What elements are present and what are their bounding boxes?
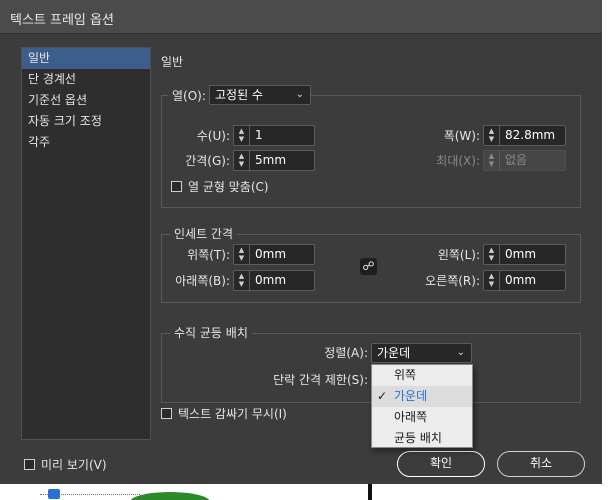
dialog-title: 텍스트 프레임 옵션 [10, 13, 114, 28]
dropdown-option-center[interactable]: ✓ 가운데 [372, 386, 472, 407]
columns-type-value: 고정된 수 [215, 88, 263, 102]
spinner-arrows-icon[interactable]: ▲ ▼ [234, 245, 250, 264]
align-dropdown-list: 위쪽 ✓ 가운데 아래쪽 균등 배치 [371, 364, 473, 448]
inset-left-stepper[interactable]: ▲ ▼ 0mm [483, 244, 566, 265]
checkbox-box[interactable] [24, 459, 35, 470]
ignore-text-wrap-label: 텍스트 감싸기 무시(I) [178, 407, 287, 421]
preview-label: 미리 보기(V) [41, 458, 107, 472]
document-canvas [0, 484, 612, 500]
columns-type-label: 열(O): [168, 88, 210, 104]
cancel-button[interactable]: 취소 [497, 451, 585, 477]
column-count-value: 1 [255, 128, 263, 142]
inset-left-value: 0mm [505, 247, 537, 261]
sidebar-item-column-rules[interactable]: 단 경계선 [22, 69, 150, 90]
inset-right-stepper[interactable]: ▲ ▼ 0mm [483, 270, 566, 291]
max-width-label: 최대(X): [436, 154, 480, 168]
inset-bottom-label: 아래쪽(B): [175, 274, 230, 288]
spinner-arrows-icon[interactable]: ▲ ▼ [484, 245, 500, 264]
spinner-arrows-icon[interactable]: ▲ ▼ [484, 271, 500, 290]
inset-top-value: 0mm [255, 247, 287, 261]
document-edge [368, 484, 372, 500]
document-mark [48, 489, 60, 499]
inset-spacing-legend: 인세트 간격 [170, 226, 238, 242]
balance-columns-label: 열 균형 맞춤(C) [188, 180, 269, 194]
preview-checkbox[interactable]: 미리 보기(V) [24, 457, 107, 473]
chevron-down-icon: ⌄ [456, 347, 465, 358]
category-sidebar: 일반 단 경계선 기준선 옵션 자동 크기 조정 각주 [21, 47, 151, 440]
checkmark-icon: ✓ [377, 389, 388, 403]
inset-top-label: 위쪽(T): [187, 248, 230, 262]
align-label: 정렬(A): [324, 346, 368, 360]
columns-type-select[interactable]: 고정된 수 ⌄ [209, 85, 311, 105]
checkbox-box[interactable] [161, 408, 172, 419]
chevron-down-icon: ⌄ [295, 89, 304, 100]
option-label: 균등 배치 [394, 431, 442, 445]
spinner-arrows-icon[interactable]: ▲ ▼ [234, 126, 250, 145]
max-width-value: 없음 [505, 153, 528, 167]
align-select[interactable]: 가운데 ⌄ [371, 343, 472, 363]
max-width-stepper: ▲ ▼ 없음 [483, 150, 566, 171]
inset-right-value: 0mm [505, 273, 537, 287]
gutter-value: 5mm [255, 153, 287, 167]
column-count-label: 수(U): [196, 129, 230, 143]
inset-left-label: 왼쪽(L): [437, 248, 480, 262]
spinner-arrows-icon[interactable]: ▲ ▼ [234, 151, 250, 170]
chain-link-icon[interactable]: ☍ [360, 258, 377, 275]
ok-button[interactable]: 확인 [397, 451, 485, 477]
title-bar[interactable]: 텍스트 프레임 옵션 [0, 0, 602, 34]
sidebar-item-auto-size[interactable]: 자동 크기 조정 [22, 111, 150, 132]
inset-right-label: 오른쪽(R): [425, 274, 480, 288]
vertical-justification-legend: 수직 균등 배치 [170, 325, 252, 341]
spinner-arrows-icon[interactable]: ▲ ▼ [484, 126, 500, 145]
paragraph-spacing-limit-label: 단락 간격 제한(S): [273, 373, 368, 387]
inset-bottom-stepper[interactable]: ▲ ▼ 0mm [233, 270, 315, 291]
section-title: 일반 [161, 55, 184, 69]
balance-columns-checkbox[interactable]: 열 균형 맞춤(C) [171, 179, 269, 195]
inset-bottom-value: 0mm [255, 273, 287, 287]
dropdown-option-justify[interactable]: 균등 배치 [372, 428, 472, 449]
spinner-arrows-icon: ▲ ▼ [484, 151, 500, 170]
text-frame-options-dialog: 텍스트 프레임 옵션 일반 단 경계선 기준선 옵션 자동 크기 조정 각주 일… [0, 0, 602, 484]
checkbox-box[interactable] [171, 181, 182, 192]
option-label: 가운데 [394, 389, 428, 403]
ignore-text-wrap-checkbox[interactable]: 텍스트 감싸기 무시(I) [161, 406, 287, 422]
sidebar-item-footnotes[interactable]: 각주 [22, 132, 150, 153]
inset-top-stepper[interactable]: ▲ ▼ 0mm [233, 244, 315, 265]
align-value: 가운데 [377, 346, 411, 360]
dropdown-option-bottom[interactable]: 아래쪽 [372, 407, 472, 428]
gutter-label: 간격(G): [185, 154, 230, 168]
sidebar-item-general[interactable]: 일반 [22, 48, 150, 69]
dropdown-option-top[interactable]: 위쪽 [372, 365, 472, 386]
column-width-label: 폭(W): [443, 129, 480, 143]
option-label: 위쪽 [394, 368, 417, 382]
option-label: 아래쪽 [394, 410, 428, 424]
gutter-stepper[interactable]: ▲ ▼ 5mm [233, 150, 315, 171]
spinner-arrows-icon[interactable]: ▲ ▼ [234, 271, 250, 290]
column-width-value: 82.8mm [505, 128, 556, 142]
column-width-stepper[interactable]: ▲ ▼ 82.8mm [483, 125, 566, 146]
sidebar-item-baseline-options[interactable]: 기준선 옵션 [22, 90, 150, 111]
column-count-stepper[interactable]: ▲ ▼ 1 [233, 125, 315, 146]
